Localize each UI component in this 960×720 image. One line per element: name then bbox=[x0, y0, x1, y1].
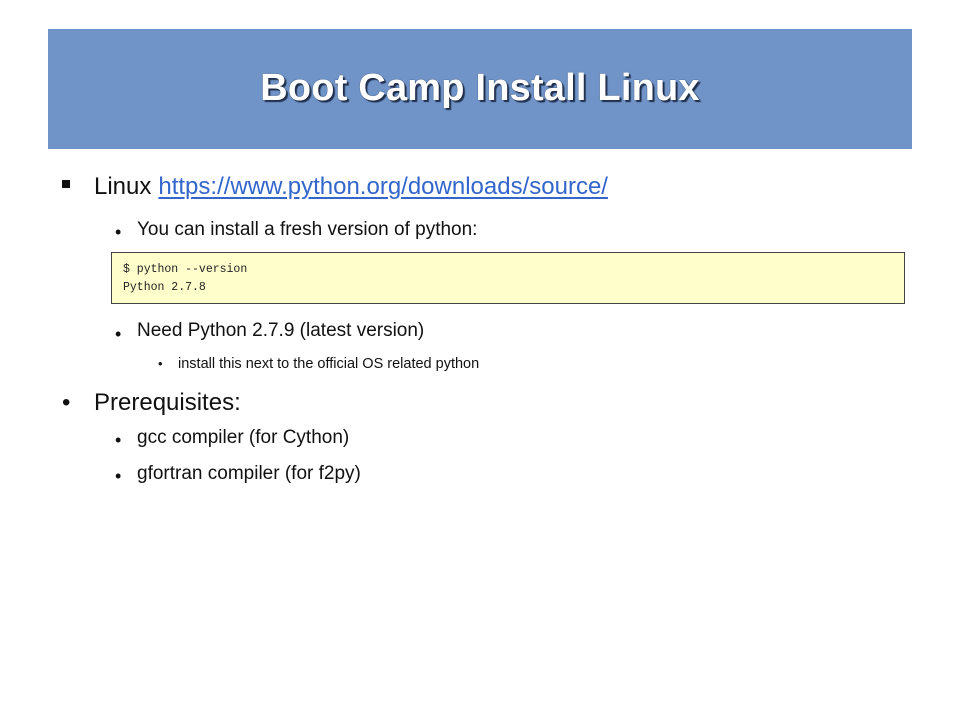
code-line-output: Python 2.7.8 bbox=[123, 281, 206, 294]
bullet-dot-icon: • bbox=[115, 430, 122, 450]
bullet-dot-icon: • bbox=[62, 389, 71, 416]
sub-bullet-need-python: Need Python 2.7.9 (latest version) bbox=[137, 320, 425, 341]
code-block: $ python --version Python 2.7.8 bbox=[111, 252, 905, 304]
bullet-dot-icon: • bbox=[158, 356, 163, 371]
sub-sub-bullet-install-next: install this next to the official OS rel… bbox=[178, 356, 480, 372]
bullet-prerequisites: Prerequisites: bbox=[94, 389, 241, 416]
sub-bullet-fresh-version: You can install a fresh version of pytho… bbox=[137, 219, 478, 240]
square-bullet-icon bbox=[62, 180, 70, 188]
slide-title: Boot Camp Install Linux bbox=[260, 66, 700, 109]
bullet-dot-icon: • bbox=[115, 222, 122, 242]
python-source-link[interactable]: https://www.python.org/downloads/source/ bbox=[158, 173, 608, 201]
title-bar: Boot Camp Install Linux bbox=[48, 29, 912, 149]
sub-bullet-gcc: gcc compiler (for Cython) bbox=[137, 427, 350, 448]
sub-bullet-gfortran: gfortran compiler (for f2py) bbox=[137, 463, 361, 484]
bullet-linux: Linux https://www.python.org/downloads/s… bbox=[62, 173, 608, 201]
bullet-dot-icon: • bbox=[115, 324, 122, 344]
bullet-dot-icon: • bbox=[115, 466, 122, 486]
bullet-linux-label: Linux bbox=[94, 173, 152, 200]
code-line-command: $ python --version bbox=[123, 263, 248, 276]
